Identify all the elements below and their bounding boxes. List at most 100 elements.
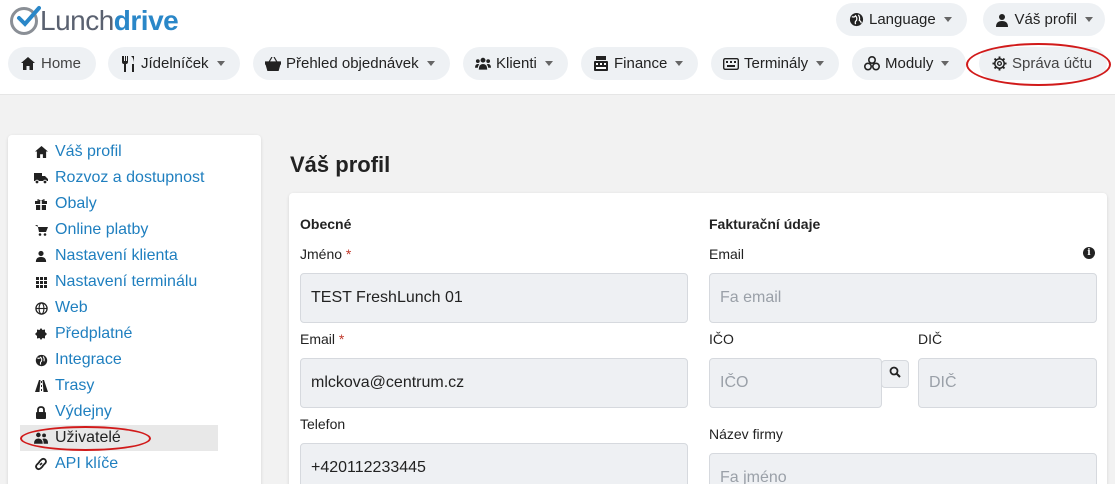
cash-register-icon	[593, 56, 609, 72]
nav-terminals[interactable]: Terminály	[711, 47, 839, 80]
billing-email-input[interactable]: Fa email	[709, 273, 1097, 323]
sidebar-item-label: Obaly	[55, 195, 97, 212]
required-marker: *	[338, 331, 345, 347]
sidebar-item-client-settings[interactable]: Nastavení klienta	[20, 243, 218, 269]
profile-form-card: Obecné Jméno * TEST FreshLunch 01 Email …	[289, 193, 1107, 484]
truck-icon	[34, 171, 48, 185]
users-icon	[34, 431, 48, 445]
sidebar-item-label: Online platby	[55, 221, 149, 238]
chevron-down-icon	[544, 61, 553, 66]
cubes-icon	[864, 56, 880, 72]
search-icon	[889, 365, 901, 383]
nav-account-label: Správa účtu	[1012, 55, 1093, 72]
chevron-down-icon	[1085, 17, 1093, 22]
top-header: Lunchdrive Language Váš profil Home Jíde…	[0, 0, 1115, 95]
nav-orders-label: Přehled objednávek	[286, 55, 419, 72]
keyboard-icon	[723, 56, 739, 72]
road-icon	[34, 379, 48, 393]
cart-icon	[34, 223, 48, 237]
general-section-heading: Obecné	[300, 216, 352, 232]
email-label: Email *	[300, 331, 345, 347]
phone-input[interactable]: +420112233445	[300, 443, 688, 484]
nav-menu[interactable]: Jídelníček	[108, 47, 240, 80]
ico-label: IČO	[709, 331, 734, 347]
company-name-input[interactable]: Fa jméno	[709, 453, 1097, 484]
sidebar-item-label: Výdejny	[55, 403, 112, 420]
sidebar-item-api-keys[interactable]: API klíče	[20, 451, 218, 477]
chevron-down-icon	[816, 61, 825, 66]
brand-logo[interactable]: Lunchdrive	[10, 5, 179, 37]
profile-dropdown[interactable]: Váš profil	[983, 3, 1105, 36]
sidebar-item-routes[interactable]: Trasy	[20, 373, 218, 399]
globe-icon	[848, 12, 864, 28]
lock-icon	[34, 405, 48, 419]
globe-icon	[34, 301, 48, 315]
basket-icon	[265, 56, 281, 72]
info-icon[interactable]: i	[1083, 247, 1095, 259]
users-icon	[475, 56, 491, 72]
nav-modules-label: Moduly	[885, 55, 934, 72]
email-input[interactable]: mlckova@centrum.cz	[300, 358, 688, 408]
billing-email-label: Email	[709, 246, 745, 262]
sidebar-item-label: Web	[55, 299, 88, 316]
badge-icon	[34, 327, 48, 341]
nav-finance[interactable]: Finance	[581, 47, 698, 80]
sidebar-item-label: Nastavení klienta	[55, 247, 178, 264]
nav-account[interactable]: Správa účtu	[979, 47, 1107, 80]
chevron-down-icon	[216, 61, 225, 66]
page-title: Váš profil	[290, 152, 391, 177]
billing-section-heading: Fakturační údaje	[709, 216, 821, 232]
sidebar-item-label: Nastavení terminálu	[55, 273, 198, 290]
chevron-down-icon	[943, 17, 952, 22]
sidebar-item-pickup-points[interactable]: Výdejny	[20, 399, 218, 425]
logo-check-icon	[10, 6, 41, 35]
brand-name: Lunchdrive	[40, 5, 179, 36]
link-icon	[34, 457, 48, 471]
required-marker: *	[345, 246, 352, 262]
sidebar-item-label: API klíče	[55, 455, 119, 472]
grid-icon	[34, 275, 48, 289]
name-input[interactable]: TEST FreshLunch 01	[300, 273, 688, 323]
nav-home[interactable]: Home	[8, 47, 96, 80]
nav-finance-label: Finance	[614, 55, 668, 72]
sidebar-item-label: Integrace	[55, 351, 122, 368]
sidebar-item-label: Váš profil	[55, 143, 122, 160]
sidebar-item-subscription[interactable]: Předplatné	[20, 321, 218, 347]
language-label: Language	[869, 11, 936, 28]
nav-modules[interactable]: Moduly	[852, 47, 966, 80]
sidebar-item-integration[interactable]: Integrace	[20, 347, 218, 373]
gear-icon	[991, 56, 1007, 72]
nav-clients-label: Klienti	[496, 55, 537, 72]
profile-label: Váš profil	[1014, 11, 1077, 28]
nav-terminals-label: Terminály	[744, 55, 809, 72]
company-name-label: Název firmy	[709, 426, 783, 442]
sidebar-item-delivery[interactable]: Rozvoz a dostupnost	[20, 165, 218, 191]
sidebar-item-profile[interactable]: Váš profil	[20, 139, 218, 165]
language-dropdown[interactable]: Language	[836, 3, 967, 36]
sidebar-item-label: Rozvoz a dostupnost	[55, 169, 205, 186]
dic-label: DIČ	[918, 331, 943, 347]
dic-input[interactable]: DIČ	[918, 358, 1097, 408]
sidebar-item-packaging[interactable]: Obaly	[20, 191, 218, 217]
user-icon	[34, 249, 48, 263]
sidebar-item-web[interactable]: Web	[20, 295, 218, 321]
sidebar-item-label: Uživatelé	[55, 429, 121, 446]
gift-icon	[34, 197, 48, 211]
sidebar-item-users[interactable]: Uživatelé	[20, 425, 218, 451]
nav-home-label: Home	[41, 55, 82, 72]
user-icon	[995, 12, 1009, 28]
ico-lookup-button[interactable]	[881, 360, 909, 388]
sidebar-item-online-payments[interactable]: Online platby	[20, 217, 218, 243]
ico-input[interactable]: IČO	[709, 358, 882, 408]
nav-orders[interactable]: Přehled objednávek	[253, 47, 450, 80]
chevron-down-icon	[675, 61, 684, 66]
name-label: Jméno *	[300, 246, 352, 262]
home-icon	[34, 145, 48, 159]
sidebar-item-terminal-settings[interactable]: Nastavení terminálu	[20, 269, 218, 295]
globe-solid-icon	[34, 353, 48, 367]
chevron-down-icon	[941, 61, 950, 66]
sidebar-item-label: Předplatné	[55, 325, 133, 342]
nav-menu-label: Jídelníček	[141, 55, 209, 72]
nav-clients[interactable]: Klienti	[463, 47, 568, 80]
home-icon	[20, 56, 36, 72]
